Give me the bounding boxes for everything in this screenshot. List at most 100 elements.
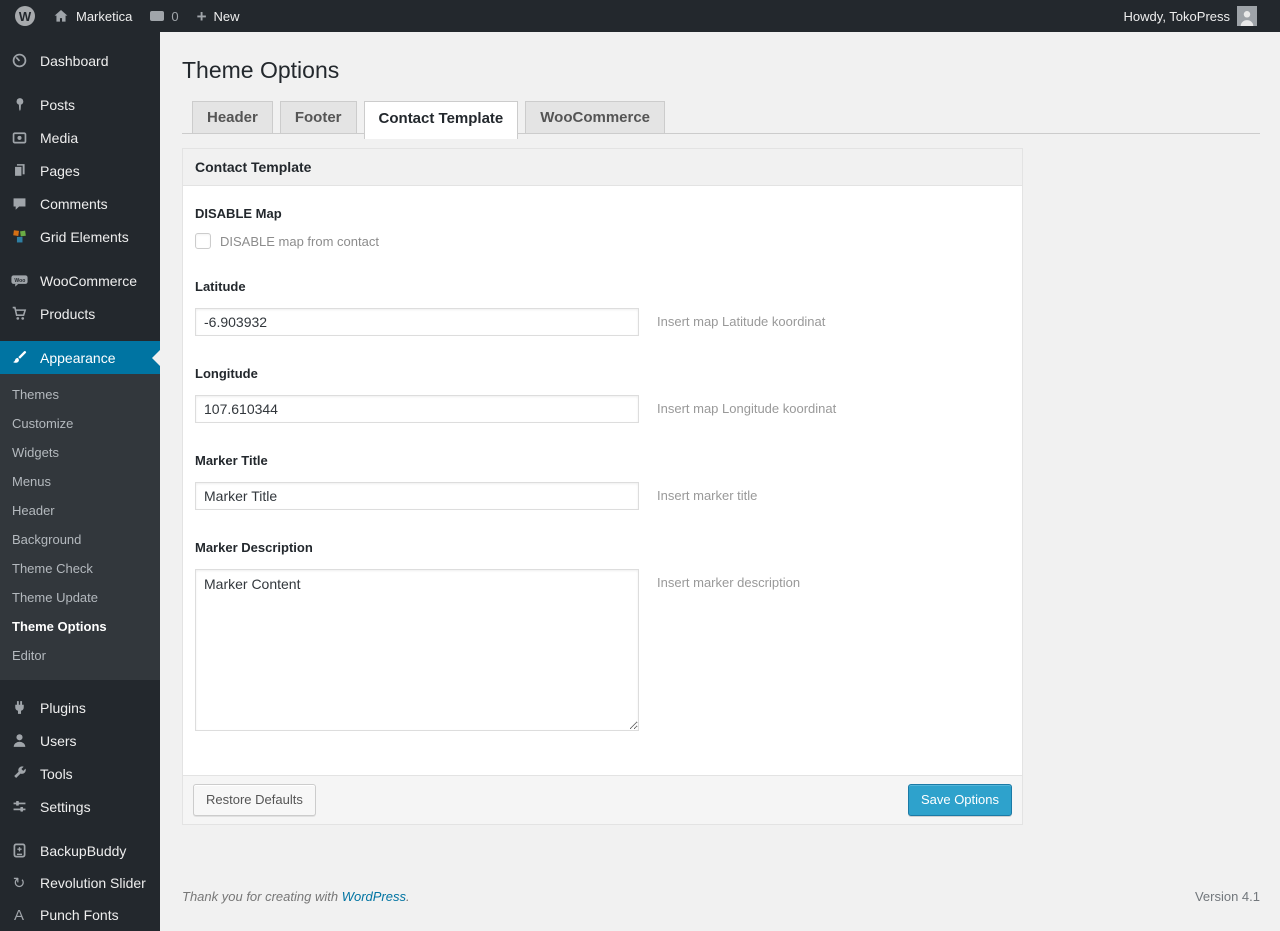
submenu-item-menus[interactable]: Menus — [0, 467, 160, 496]
home-icon — [53, 8, 69, 24]
sidebar-item-label: Products — [40, 305, 96, 322]
latitude-input[interactable] — [195, 308, 639, 336]
panel-header: Contact Template — [183, 149, 1022, 186]
my-account-menu[interactable]: Howdy, TokoPress — [1115, 0, 1266, 32]
sidebar-item-label: Posts — [40, 96, 76, 113]
contact-template-panel: Contact Template DISABLE Map DISABLE map… — [182, 148, 1023, 826]
backup-drive-icon — [8, 842, 30, 859]
submenu-item-theme-check[interactable]: Theme Check — [0, 554, 160, 583]
latitude-label: Latitude — [195, 279, 246, 294]
tab-header[interactable]: Header — [192, 101, 273, 133]
disable-map-field: DISABLE Map DISABLE map from contact — [195, 206, 1010, 249]
sidebar-item-label: Tools — [40, 765, 73, 782]
disable-map-checkbox[interactable] — [195, 233, 211, 249]
sidebar-item-dashboard[interactable]: Dashboard — [0, 44, 160, 77]
submenu-item-background[interactable]: Background — [0, 525, 160, 554]
submenu-item-themes[interactable]: Themes — [0, 380, 160, 409]
marker-description-field: Marker Description Marker Content Insert… — [195, 540, 1010, 731]
sidebar-item-products[interactable]: Products — [0, 297, 160, 330]
sidebar-item-posts[interactable]: Posts — [0, 88, 160, 121]
marker-title-input[interactable] — [195, 482, 639, 510]
new-label: New — [213, 8, 240, 24]
sidebar-item-label: Users — [40, 732, 77, 749]
plus-icon: + — [196, 6, 207, 26]
sidebar-item-woocommerce[interactable]: Woo WooCommerce — [0, 264, 160, 297]
sidebar-item-label: Dashboard — [40, 52, 109, 69]
sidebar-item-tools[interactable]: Tools — [0, 757, 160, 790]
save-options-button[interactable]: Save Options — [907, 784, 1012, 817]
sidebar-item-backupbuddy[interactable]: BackupBuddy — [0, 834, 160, 867]
menu-separator — [0, 680, 160, 691]
tab-footer[interactable]: Footer — [279, 101, 357, 133]
marker-description-textarea[interactable]: Marker Content — [195, 569, 639, 731]
wordpress-logo-icon: W — [15, 6, 35, 26]
pushpin-icon — [8, 96, 30, 113]
tab-bar: Header Footer Contact Template WooCommer… — [182, 101, 1260, 139]
sidebar-item-label: WooCommerce — [40, 272, 137, 289]
submenu-item-customize[interactable]: Customize — [0, 409, 160, 438]
disable-map-checkbox-label[interactable]: DISABLE map from contact — [220, 234, 379, 249]
marker-title-note: Insert marker title — [657, 488, 758, 503]
submenu-item-header[interactable]: Header — [0, 496, 160, 525]
new-content-menu[interactable]: + New — [188, 0, 249, 32]
plugin-icon — [8, 699, 30, 716]
sidebar-item-grid-elements[interactable]: Grid Elements — [0, 220, 160, 253]
admin-sidebar: Dashboard Posts Media Pages Comments Gri… — [0, 32, 160, 931]
longitude-input[interactable] — [195, 395, 639, 423]
wordpress-logo-menu[interactable]: W — [6, 0, 44, 32]
submenu-item-theme-options[interactable]: Theme Options — [0, 612, 160, 641]
submenu-item-editor[interactable]: Editor — [0, 641, 160, 670]
sidebar-item-label: Grid Elements — [40, 228, 129, 245]
sidebar-item-settings[interactable]: Settings — [0, 790, 160, 823]
sidebar-item-appearance[interactable]: Appearance — [0, 341, 160, 374]
marker-title-label: Marker Title — [195, 453, 268, 468]
latitude-field: Latitude Insert map Latitude koordinat — [195, 279, 1010, 336]
letter-a-icon: A — [13, 906, 24, 924]
admin-footer: Thank you for creating with WordPress. V… — [182, 889, 1260, 904]
refresh-icon: ↻ — [12, 874, 26, 892]
user-icon — [8, 732, 30, 749]
menu-separator — [0, 330, 160, 341]
cart-icon — [8, 305, 30, 322]
sidebar-item-media[interactable]: Media — [0, 121, 160, 154]
appearance-submenu: Themes Customize Widgets Menus Header Ba… — [0, 374, 160, 680]
sliders-icon — [8, 798, 30, 815]
tab-contact-template[interactable]: Contact Template — [363, 101, 519, 139]
howdy-label: Howdy, TokoPress — [1123, 8, 1230, 24]
menu-separator — [0, 253, 160, 264]
sidebar-item-label: Plugins — [40, 699, 86, 716]
site-name-menu[interactable]: Marketica — [44, 0, 141, 32]
footer-version: Version 4.1 — [1194, 889, 1260, 905]
page-title: Theme Options — [182, 57, 340, 83]
tab-woocommerce[interactable]: WooCommerce — [525, 101, 666, 133]
grid-elements-icon — [8, 228, 30, 245]
sidebar-item-label: Revolution Slider — [40, 875, 146, 891]
sidebar-item-pages[interactable]: Pages — [0, 154, 160, 187]
sidebar-item-punch-fonts[interactable]: A Punch Fonts — [0, 899, 160, 931]
longitude-field: Longitude Insert map Longitude koordinat — [195, 366, 1010, 423]
footer-thankyou: Thank you for creating with WordPress. — [182, 889, 410, 904]
sidebar-item-comments[interactable]: Comments — [0, 187, 160, 220]
panel-body: DISABLE Map DISABLE map from contact Lat… — [183, 186, 1022, 775]
comment-bubble-icon — [150, 11, 165, 21]
latitude-note: Insert map Latitude koordinat — [657, 314, 826, 329]
comments-indicator[interactable]: 0 — [141, 0, 187, 32]
sidebar-item-label: Media — [40, 129, 79, 146]
menu-separator — [0, 77, 160, 88]
restore-defaults-button[interactable]: Restore Defaults — [193, 784, 316, 817]
disable-map-label: DISABLE Map — [195, 206, 282, 221]
submenu-item-widgets[interactable]: Widgets — [0, 438, 160, 467]
avatar — [1237, 6, 1257, 26]
marker-description-note: Insert marker description — [657, 575, 801, 590]
sidebar-item-label: Appearance — [40, 349, 116, 366]
sidebar-item-users[interactable]: Users — [0, 724, 160, 757]
sidebar-item-label: Comments — [40, 195, 108, 212]
submenu-item-theme-update[interactable]: Theme Update — [0, 583, 160, 612]
panel-footer: Restore Defaults Save Options — [183, 775, 1022, 825]
sidebar-item-revolution-slider[interactable]: ↻ Revolution Slider — [0, 867, 160, 899]
longitude-label: Longitude — [195, 366, 258, 381]
woocommerce-badge-icon: Woo — [8, 272, 30, 289]
comments-count: 0 — [171, 8, 179, 24]
wordpress-link[interactable]: WordPress — [342, 889, 406, 904]
sidebar-item-plugins[interactable]: Plugins — [0, 691, 160, 724]
